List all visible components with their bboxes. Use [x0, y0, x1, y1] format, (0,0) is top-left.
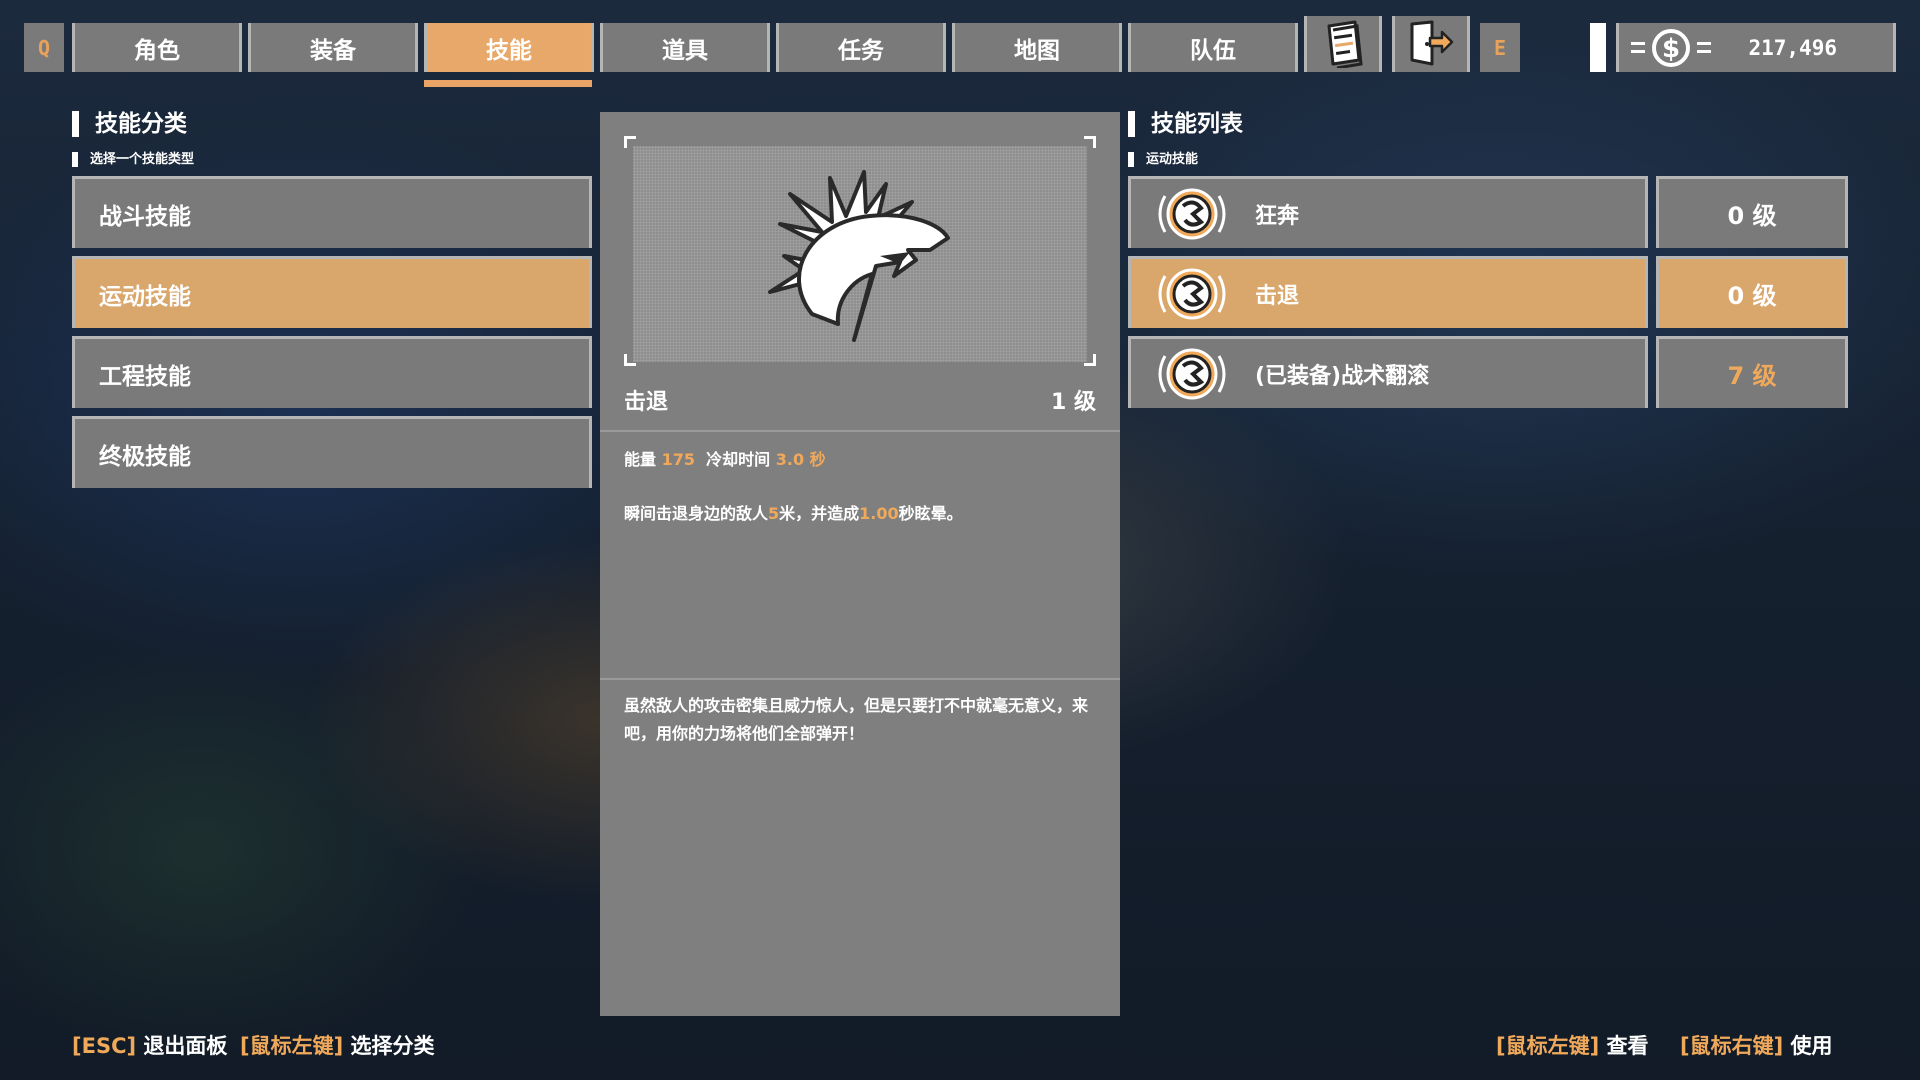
category-label: 运动技能 [99, 283, 191, 310]
currency-display: $ 217,496 [1616, 23, 1896, 72]
tab-quests[interactable]: 任务 [776, 23, 946, 72]
hint-action: 选择分类 [350, 1034, 435, 1058]
category-section-title: 技能分类 [72, 111, 187, 137]
hint-key: [鼠标左键] [1496, 1034, 1600, 1058]
tab-character[interactable]: 角色 [72, 23, 242, 72]
skill-name: (已装备)战术翻滚 [1255, 363, 1430, 389]
desc-text: 米，并造成 [779, 504, 860, 523]
skill-row-sprint[interactable]: 狂奔 [1128, 176, 1648, 248]
tab-label: 任务 [838, 37, 884, 64]
category-movement[interactable]: 运动技能 [72, 256, 592, 328]
category-combat[interactable]: 战斗技能 [72, 176, 592, 248]
svg-text:$: $ [1662, 34, 1680, 64]
hint-key: [鼠标右键] [1680, 1034, 1784, 1058]
tab-label: 地图 [1014, 37, 1060, 64]
energy-label: 能量 [624, 450, 657, 469]
tab-label: 技能 [486, 37, 532, 64]
hint-key: [鼠标左键] [240, 1034, 344, 1058]
skill-level-knockback: 0 级 [1656, 256, 1848, 328]
currency-value: 217,496 [1748, 35, 1837, 60]
skill-row-tactical-roll[interactable]: (已装备)战术翻滚 [1128, 336, 1648, 408]
skill-name: 狂奔 [1255, 203, 1300, 229]
skill-emblem-icon [1158, 348, 1226, 399]
skill-preview [633, 146, 1087, 362]
skill-row-knockback[interactable]: 击退 [1128, 256, 1648, 328]
desc-stun-duration: 1.00 [859, 504, 899, 523]
hint-select-category: [鼠标左键] 选择分类 [240, 1030, 435, 1060]
cooldown-value: 3.0 秒 [775, 450, 826, 469]
hint-action: 退出面板 [143, 1034, 228, 1058]
tab-skills[interactable]: 技能 [424, 23, 594, 72]
tab-label: 队伍 [1190, 37, 1236, 64]
hint-view: [鼠标左键] 查看 [1496, 1030, 1649, 1060]
category-label: 工程技能 [99, 363, 191, 390]
skill-name: 击退 [1255, 283, 1300, 309]
skill-level-tactical-roll: 7 级 [1656, 336, 1848, 408]
energy-value: 175 [661, 450, 695, 469]
tab-label: 道具 [662, 37, 708, 64]
active-tab-underline [424, 80, 592, 87]
detail-skill-level: 1 级 [1051, 390, 1096, 415]
detail-skill-name: 击退 [624, 390, 669, 415]
tab-team[interactable]: 队伍 [1128, 23, 1298, 72]
category-label: 战斗技能 [99, 203, 191, 230]
desc-distance: 5 [768, 504, 780, 523]
exit-door-icon [1410, 20, 1454, 66]
hint-action: 查看 [1606, 1034, 1649, 1058]
skill-detail-panel: 击退 1 级 能量 175 冷却时间 3.0 秒 瞬间击退身边的敌人5米，并造成… [600, 112, 1120, 1016]
category-section-subtitle: 选择一个技能类型 [72, 152, 194, 167]
skill-list-title: 技能列表 [1128, 111, 1243, 137]
skill-level-sprint: 0 级 [1656, 176, 1848, 248]
desc-text: 秒眩晕。 [898, 504, 963, 523]
hint-action: 使用 [1790, 1034, 1833, 1058]
skill-list-subtitle: 运动技能 [1128, 152, 1198, 167]
tab-equipment[interactable]: 装备 [248, 23, 418, 72]
category-ultimate[interactable]: 终极技能 [72, 416, 592, 488]
category-engineering[interactable]: 工程技能 [72, 336, 592, 408]
tab-items[interactable]: 道具 [600, 23, 770, 72]
hint-use: [鼠标右键] 使用 [1680, 1030, 1833, 1060]
tab-label: 装备 [310, 37, 356, 64]
tab-label: 角色 [134, 37, 180, 64]
skill-emblem-icon [1158, 188, 1226, 239]
notebook-icon [1327, 20, 1363, 68]
skill-stats: 能量 175 冷却时间 3.0 秒 [624, 446, 826, 470]
exit-button[interactable] [1392, 16, 1470, 72]
skill-emblem-icon [1158, 268, 1226, 319]
desc-text: 瞬间击退身边的敌人 [624, 504, 769, 523]
tab-map[interactable]: 地图 [952, 23, 1122, 72]
currency-accent-bar [1590, 23, 1606, 72]
cooldown-label: 冷却时间 [706, 450, 771, 469]
skill-flavor-text: 虽然敌人的攻击密集且威力惊人，但是只要打不中就毫无意义，来吧，用你的力场将他们全… [624, 696, 1089, 743]
category-label: 终极技能 [99, 443, 191, 470]
skill-description: 瞬间击退身边的敌人5米，并造成1.00秒眩晕。 [624, 500, 1104, 524]
divider [600, 678, 1120, 680]
dollar-coin-icon: $ [1631, 28, 1711, 67]
notebook-button[interactable] [1304, 16, 1382, 72]
hint-key: [ESC] [72, 1034, 137, 1058]
next-tab-key[interactable]: E [1480, 23, 1520, 72]
divider [600, 430, 1120, 432]
prev-tab-key[interactable]: Q [24, 23, 64, 72]
knockback-burst-icon [768, 170, 950, 342]
hint-exit-panel: [ESC] 退出面板 [72, 1030, 227, 1060]
